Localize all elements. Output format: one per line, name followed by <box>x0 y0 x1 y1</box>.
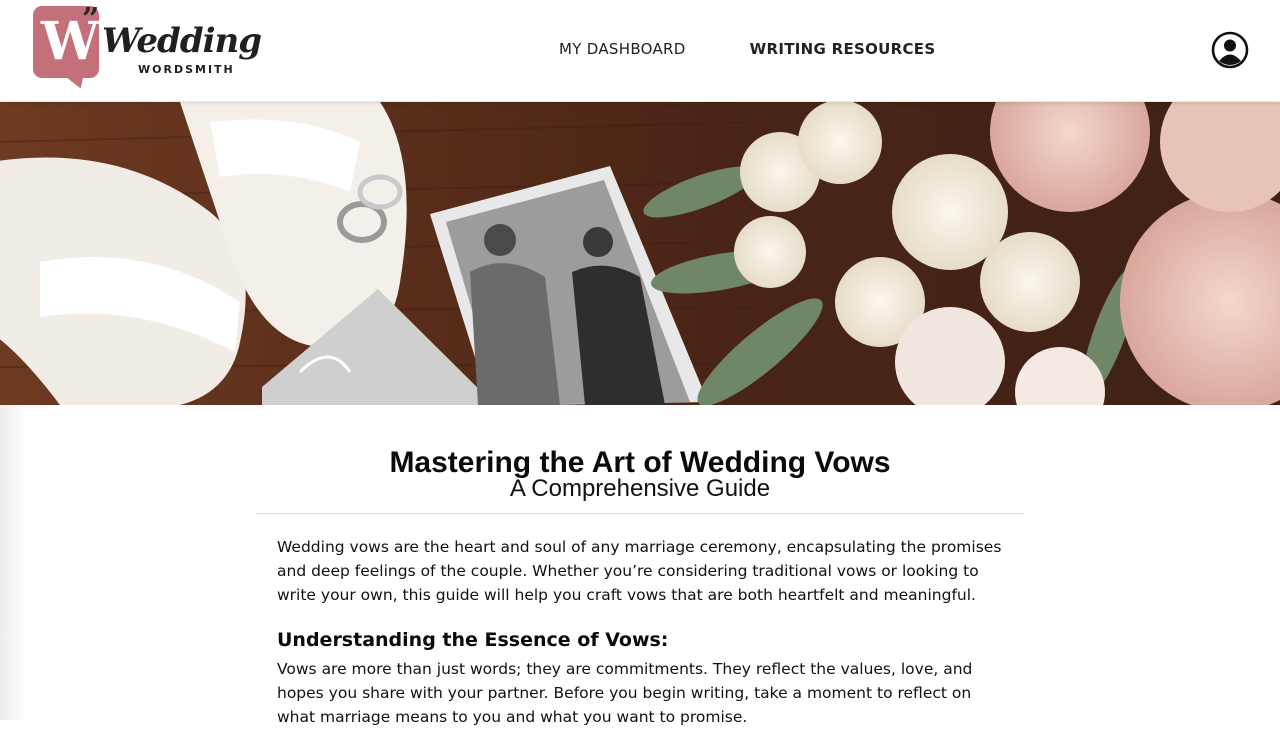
logo-quote-mark: ” <box>82 2 100 37</box>
site-header: W ” Wedding WORDSMITH MY DASHBOARD WRITI… <box>0 0 1280 101</box>
article-body: Wedding vows are the heart and soul of a… <box>277 535 1007 729</box>
intro-paragraph: Wedding vows are the heart and soul of a… <box>277 538 1002 604</box>
hero-image <box>0 102 1280 405</box>
section-heading: Understanding the Essence of Vows: <box>277 629 669 651</box>
nav-my-dashboard[interactable]: MY DASHBOARD <box>559 38 686 62</box>
site-logo[interactable]: W ” Wedding WORDSMITH <box>32 2 262 95</box>
user-circle-icon[interactable] <box>1211 31 1249 69</box>
nav-writing-resources[interactable]: WRITING RESOURCES <box>750 38 936 62</box>
page-subtitle: A Comprehensive Guide <box>509 475 771 502</box>
title-divider <box>256 513 1025 514</box>
main-nav: MY DASHBOARD WRITING RESOURCES <box>559 38 935 62</box>
logo-wordmark: Wedding <box>102 21 262 61</box>
section-paragraph: Vows are more than just words; they are … <box>277 660 973 726</box>
logo-subtitle: WORDSMITH <box>138 63 235 76</box>
